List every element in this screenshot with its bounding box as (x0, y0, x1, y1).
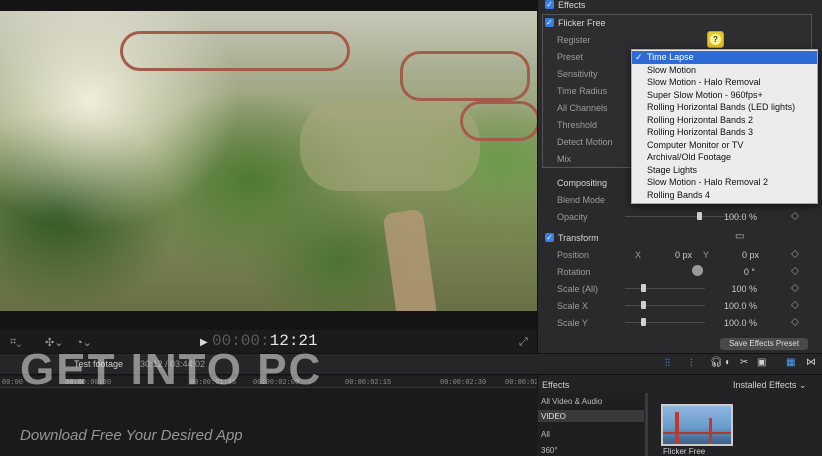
scale-y-value[interactable]: 100.0 % (710, 318, 757, 328)
flicker-free-title: Flicker Free (558, 18, 606, 28)
effects-browser-icon[interactable]: ▦ (786, 357, 795, 368)
position-x-value[interactable]: 0 px (650, 250, 692, 260)
scale-all-knob[interactable] (641, 284, 646, 292)
thumbnail-label: Flicker Free (663, 447, 706, 456)
scale-x-value[interactable]: 100.0 % (710, 301, 757, 311)
position-label: Position (557, 250, 590, 260)
sensitivity-label: Sensitivity (557, 69, 598, 79)
preset-option-rolling-bands-4[interactable]: Rolling Bands 4 (632, 189, 817, 202)
rotation-value[interactable]: 0 ° (715, 267, 755, 277)
preset-option-rolling-led[interactable]: Rolling Horizontal Bands (LED lights) (632, 101, 817, 114)
video-frame[interactable] (0, 11, 537, 311)
clip-appearance-icon[interactable]: ▣ (757, 357, 766, 368)
fullscreen-icon[interactable]: ⤢ (519, 336, 528, 349)
checkmark-icon: ✓ (635, 52, 643, 62)
scale-y-label: Scale Y (557, 318, 588, 328)
category-all[interactable]: All (541, 430, 550, 439)
all-channels-label: All Channels (557, 103, 608, 113)
scale-x-label: Scale X (557, 301, 589, 311)
effects-checkbox[interactable]: ✓ (545, 0, 554, 9)
transform-checkbox[interactable]: ✓ (545, 233, 554, 242)
compositing-header: Compositing (557, 178, 608, 188)
preset-option-time-lapse[interactable]: ✓ Time Lapse (632, 51, 817, 64)
dirt-field (300, 101, 480, 191)
opacity-value[interactable]: 100.0 % (700, 212, 757, 222)
scissors-icon[interactable]: ✂ (740, 357, 748, 368)
time-radius-label: Time Radius (557, 86, 608, 96)
position-x-label: X (635, 250, 642, 260)
save-effects-preset-button[interactable]: Save Effects Preset (720, 338, 808, 350)
preset-option-stage-lights[interactable]: Stage Lights (632, 164, 817, 177)
solo-icon[interactable]: ◐ (725, 357, 731, 368)
headphones-icon[interactable]: 🎧︎ (710, 357, 723, 368)
register-label: Register (557, 35, 591, 45)
flicker-free-thumbnail[interactable] (661, 404, 733, 446)
preset-option-rolling-2[interactable]: Rolling Horizontal Bands 2 (632, 114, 817, 127)
chevron-down-icon: ⌄ (798, 380, 807, 390)
category-all-video-audio[interactable]: All Video & Audio (541, 397, 602, 406)
preset-option-super-slow-motion[interactable]: Super Slow Motion - 960fps+ (632, 89, 817, 102)
scale-all-label: Scale (All) (557, 284, 599, 294)
mix-label: Mix (557, 154, 571, 164)
scale-x-slider[interactable] (625, 305, 705, 306)
snapping-icon[interactable]: ⫶ (690, 358, 693, 369)
preset-option-slow-motion-halo[interactable]: Slow Motion - Halo Removal (632, 76, 817, 89)
category-scrollbar[interactable] (645, 393, 648, 456)
audio-skimming-icon[interactable]: ⫶⫶ (665, 358, 670, 369)
rotation-dial[interactable] (692, 265, 703, 276)
ruler-tick: 00:00:02:15 (345, 379, 392, 387)
blend-mode-label: Blend Mode (557, 195, 606, 205)
detect-motion-label: Detect Motion (557, 137, 613, 147)
preset-option-slow-motion-halo-2[interactable]: Slow Motion - Halo Removal 2 (632, 176, 817, 189)
opacity-label: Opacity (557, 212, 588, 222)
effects-browser-title: Effects (542, 380, 570, 390)
preset-option-rolling-3[interactable]: Rolling Horizontal Bands 3 (632, 126, 817, 139)
bridge-tower (675, 412, 679, 444)
watermark-subtitle: Download Free Your Desired App (20, 427, 243, 444)
position-y-value[interactable]: 0 px (720, 250, 759, 260)
register-icon[interactable]: ? (707, 31, 724, 48)
race-track-3 (460, 101, 537, 141)
scale-y-slider[interactable] (625, 322, 705, 323)
category-video[interactable]: VIDEO (541, 412, 566, 421)
dirt-path (382, 208, 438, 311)
preset-option-archival[interactable]: Archival/Old Footage (632, 151, 817, 164)
flicker-free-checkbox[interactable]: ✓ (545, 18, 554, 27)
preset-dropdown-menu[interactable]: ✓ Time Lapse Slow Motion Slow Motion - Ha… (631, 49, 818, 204)
scale-all-value[interactable]: 100 % (710, 284, 757, 294)
scale-all-slider[interactable] (625, 288, 705, 289)
race-track (120, 31, 350, 71)
race-track-2 (400, 51, 530, 101)
scale-y-knob[interactable] (641, 318, 646, 326)
position-y-label: Y (703, 250, 710, 260)
ruler-tick: 00:00:02:30 (440, 379, 487, 387)
watermark-title: GET INTO PC (20, 345, 323, 394)
effects-header: Effects (558, 0, 586, 10)
preset-option-monitor-tv[interactable]: Computer Monitor or TV (632, 139, 817, 152)
transitions-icon[interactable]: ⋈ (806, 357, 816, 368)
installed-effects-dropdown[interactable]: Installed Effects ⌄ (733, 380, 806, 391)
preset-option-slow-motion[interactable]: Slow Motion (632, 64, 817, 77)
scale-x-knob[interactable] (641, 301, 646, 309)
rotation-label: Rotation (557, 267, 591, 277)
preset-label: Preset (557, 52, 584, 62)
threshold-label: Threshold (557, 120, 598, 130)
transform-overlay-icon[interactable]: ▭ (735, 231, 744, 242)
category-360[interactable]: 360° (541, 446, 558, 455)
transform-header: Transform (558, 233, 599, 243)
bridge-deck (663, 432, 731, 434)
